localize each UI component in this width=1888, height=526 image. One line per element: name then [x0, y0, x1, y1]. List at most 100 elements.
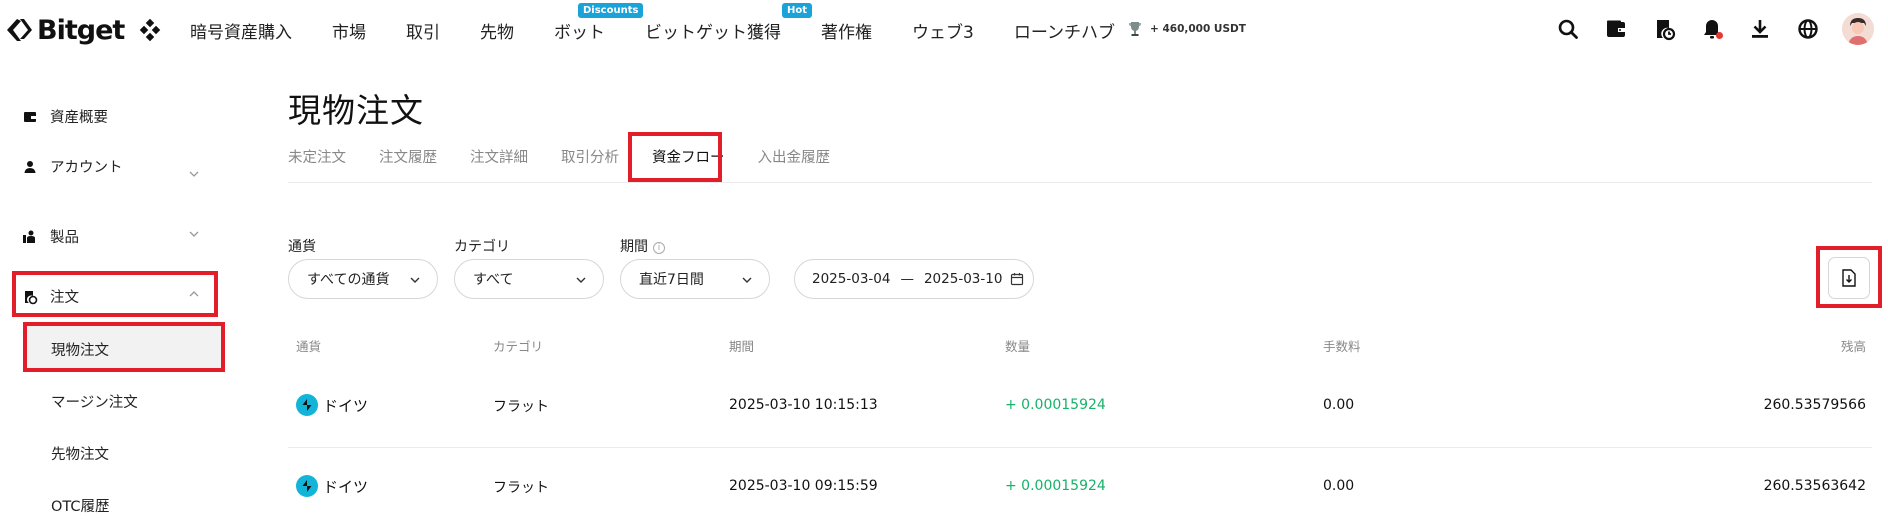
sidebar-item-label: 資産概要: [50, 110, 108, 126]
nav-trade[interactable]: 取引: [406, 18, 440, 43]
order-tabs: 未定注文 注文履歴 注文詳細 取引分析 資金フロー 入出金履歴: [288, 146, 863, 176]
col-header-balance: 残高: [1840, 339, 1866, 354]
row-balance: 260.53563642: [1763, 478, 1866, 494]
period-select[interactable]: 直近7日間: [620, 259, 770, 299]
period-label-text: 期間: [620, 239, 648, 255]
chevron-down-icon[interactable]: [188, 228, 200, 240]
products-icon: [23, 230, 35, 243]
sidebar-item-orders[interactable]: 注文: [22, 286, 79, 307]
row-fee: 0.00: [1323, 478, 1355, 494]
nav-futures[interactable]: 先物: [480, 18, 514, 43]
row-amount: + 0.00015924: [1005, 397, 1106, 413]
date-range-picker[interactable]: 2025-03-04 — 2025-03-10: [794, 259, 1034, 299]
sidebar-item-label: 注文: [50, 290, 79, 306]
nav-buy-crypto[interactable]: 暗号資産購入: [190, 18, 292, 43]
nav-bots-label: ボット: [554, 22, 605, 43]
notification-dot: [1716, 32, 1723, 39]
tab-fund-flow[interactable]: 資金フロー: [652, 146, 725, 176]
table-row-currency: ドイツ: [296, 475, 368, 497]
export-file-icon: [1842, 269, 1856, 287]
avatar[interactable]: [1842, 13, 1874, 45]
sidebar-item-assets[interactable]: 資産概要: [22, 106, 108, 127]
chevron-up-icon[interactable]: [188, 288, 200, 300]
info-icon[interactable]: i: [653, 242, 665, 254]
wallet-icon: [24, 111, 36, 122]
tabs-divider: [288, 182, 1872, 183]
apps-grid-icon[interactable]: [138, 18, 162, 42]
row-category: フラット: [493, 399, 549, 415]
sidebar-subitem-margin-orders[interactable]: マージン注文: [51, 391, 138, 412]
orders-icon[interactable]: [1652, 17, 1676, 41]
col-header-fee: 手数料: [1323, 339, 1361, 354]
tab-deposit-withdraw-history[interactable]: 入出金履歴: [758, 146, 831, 176]
period-select-value: 直近7日間: [639, 272, 704, 288]
period-filter-label: 期間 i: [620, 236, 665, 256]
date-separator: —: [900, 271, 914, 287]
chevron-down-icon: [576, 277, 586, 283]
sidebar-item-account[interactable]: アカウント: [22, 156, 123, 177]
table-row-currency: ドイツ: [296, 394, 368, 416]
coin-icon: [296, 475, 318, 497]
sidebar-subitem-otc-history[interactable]: OTC履歴: [51, 495, 110, 516]
sidebar-item-label: 製品: [50, 230, 79, 246]
promo-banner[interactable]: + 460,000 USDT: [1126, 20, 1246, 38]
sidebar-item-products[interactable]: 製品: [22, 226, 79, 247]
chevron-down-icon: [742, 277, 752, 283]
chevron-down-icon: [410, 277, 420, 283]
date-from: 2025-03-04: [812, 271, 891, 287]
bitget-logo-icon: [7, 19, 32, 41]
tab-order-details[interactable]: 注文詳細: [470, 146, 528, 176]
nav-web3[interactable]: ウェブ3: [912, 18, 974, 43]
globe-icon[interactable]: [1796, 17, 1820, 41]
col-header-category: カテゴリ: [493, 339, 544, 354]
bitget-logo[interactable]: Bitget: [4, 12, 125, 48]
calendar-icon: [1011, 273, 1024, 286]
col-header-amount: 数量: [1005, 339, 1031, 354]
nav-launchhub[interactable]: ローンチハブ: [1014, 18, 1115, 43]
sidebar-item-label: アカウント: [50, 160, 123, 176]
date-to: 2025-03-10: [923, 271, 1003, 287]
row-time: 2025-03-10 10:15:13: [729, 397, 878, 413]
download-icon[interactable]: [1748, 17, 1772, 41]
sidebar-subitem-futures-orders[interactable]: 先物注文: [51, 443, 109, 464]
nav-icons: [1532, 13, 1874, 45]
chevron-down-icon[interactable]: [188, 168, 200, 180]
coin-icon: [296, 394, 318, 416]
category-select[interactable]: すべて: [454, 259, 604, 299]
sidebar-subitem-spot-orders[interactable]: 現物注文: [51, 339, 109, 360]
nav-copyright[interactable]: 著作権: [821, 18, 872, 43]
trophy-icon: [1129, 22, 1141, 36]
nav-markets[interactable]: 市場: [332, 18, 366, 43]
nav-earn-label: ビットゲット獲得: [645, 22, 781, 43]
discounts-badge: Discounts: [578, 2, 644, 18]
tab-order-history[interactable]: 注文履歴: [379, 146, 437, 176]
currency-name: ドイツ: [323, 477, 369, 496]
top-nav: Bitget 暗号資産購入 市場 取引 先物 ボット Discounts ビット…: [0, 0, 1888, 60]
tab-trade-analysis[interactable]: 取引分析: [561, 146, 619, 176]
category-filter-label: カテゴリ: [454, 239, 510, 255]
category-select-value: すべて: [473, 272, 514, 288]
page-title: 現物注文: [288, 91, 424, 130]
bell-icon[interactable]: [1700, 17, 1724, 41]
row-balance: 260.53579566: [1763, 397, 1866, 413]
wallet-icon[interactable]: [1604, 17, 1628, 41]
nav-bots[interactable]: ボット Discounts: [554, 2, 644, 43]
col-header-currency: 通貨: [296, 339, 322, 354]
promo-text: + 460,000 USDT: [1150, 23, 1246, 35]
orders-icon: [25, 290, 38, 304]
nav-earn[interactable]: ビットゲット獲得 Hot: [645, 2, 813, 43]
row-time: 2025-03-10 09:15:59: [729, 478, 878, 494]
col-header-period: 期間: [729, 339, 755, 354]
person-icon: [24, 160, 36, 173]
currency-select[interactable]: すべての通貨: [288, 259, 438, 299]
nav-menu: 暗号資産購入 市場 取引 先物 ボット Discounts ビットゲット獲得 H…: [190, 0, 1155, 60]
row-category: フラット: [493, 480, 549, 496]
search-icon[interactable]: [1556, 17, 1580, 41]
row-divider: [288, 447, 1872, 448]
currency-filter-label: 通貨: [288, 239, 316, 255]
currency-name: ドイツ: [323, 396, 369, 415]
row-amount: + 0.00015924: [1005, 478, 1106, 494]
tab-open-orders[interactable]: 未定注文: [288, 146, 346, 176]
export-button[interactable]: [1828, 257, 1870, 299]
brand-name: Bitget: [37, 14, 125, 46]
